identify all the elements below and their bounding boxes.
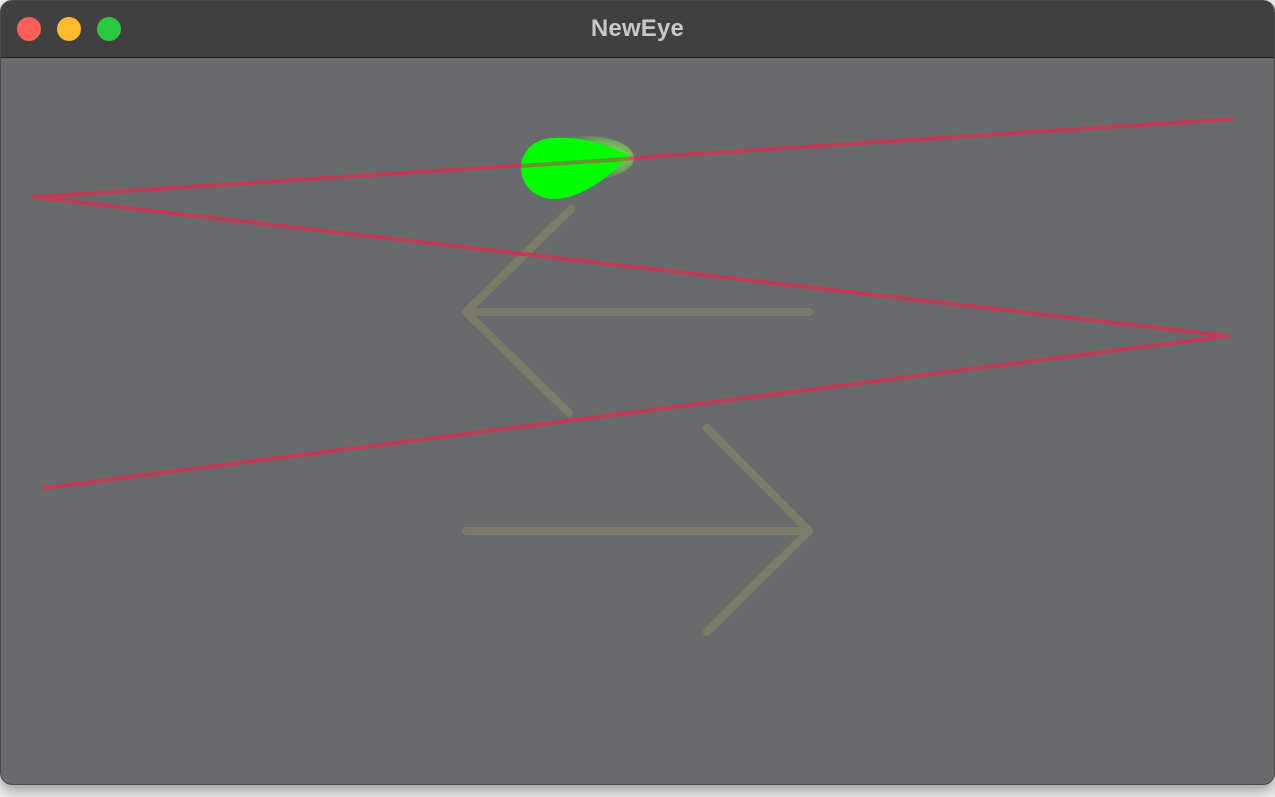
drawing-canvas: [1, 58, 1274, 784]
right-arrow-icon: [462, 424, 813, 636]
left-arrow-icon: [462, 205, 813, 417]
window-title: NewEye: [590, 15, 685, 42]
canvas-svg: [32, 117, 1234, 636]
title-bar[interactable]: NewEye: [1, 1, 1274, 58]
gaze-marker: [521, 136, 634, 199]
gaze-path: [32, 117, 1234, 490]
app-window: NewEye: [0, 0, 1275, 785]
